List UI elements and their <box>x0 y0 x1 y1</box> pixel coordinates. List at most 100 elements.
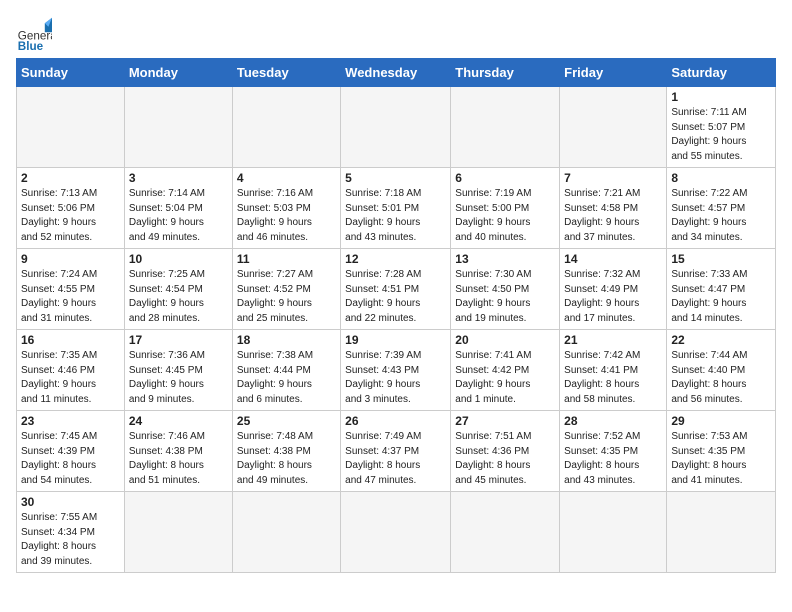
calendar-cell <box>124 492 232 573</box>
day-info: Sunrise: 7:49 AMSunset: 4:37 PMDaylight:… <box>345 430 446 488</box>
calendar-cell <box>124 87 232 168</box>
day-number: 2 <box>21 171 120 185</box>
calendar-cell: 1Sunrise: 7:11 AMSunset: 5:07 PMDaylight… <box>667 87 776 168</box>
day-info: Sunrise: 7:14 AMSunset: 5:04 PMDaylight:… <box>129 187 228 245</box>
calendar-cell: 2 Sunrise: 7:13 AMSunset: 5:06 PMDaylight… <box>17 168 125 249</box>
calendar-cell: 4Sunrise: 7:16 AMSunset: 5:03 PMDaylight… <box>232 168 340 249</box>
calendar-table: SundayMondayTuesdayWednesdayThursdayFrid… <box>16 58 776 573</box>
day-number: 5 <box>345 171 446 185</box>
day-number: 9 <box>21 252 120 266</box>
day-info: Sunrise: 7:28 AMSunset: 4:51 PMDaylight:… <box>345 268 446 326</box>
calendar-cell: 3 Sunrise: 7:14 AMSunset: 5:04 PMDaylight… <box>124 168 232 249</box>
logo-icon: General Blue <box>16 16 52 52</box>
svg-text:Blue: Blue <box>18 40 44 52</box>
day-info: Sunrise: 7:52 AMSunset: 4:35 PMDaylight:… <box>564 430 662 488</box>
calendar-cell: 30 Sunrise: 7:55 AMSunset: 4:34 PMDayligh… <box>17 492 125 573</box>
calendar-cell <box>451 87 560 168</box>
calendar-cell: 15Sunrise: 7:33 AMSunset: 4:47 PMDayligh… <box>667 249 776 330</box>
calendar-cell <box>451 492 560 573</box>
day-info: Sunrise: 7:18 AMSunset: 5:01 PMDaylight:… <box>345 187 446 245</box>
calendar-week-row: 9 Sunrise: 7:24 AMSunset: 4:55 PMDaylight… <box>17 249 776 330</box>
day-number: 30 <box>21 495 120 509</box>
calendar-cell: 10 Sunrise: 7:25 AMSunset: 4:54 PMDayligh… <box>124 249 232 330</box>
day-info: Sunrise: 7:46 AMSunset: 4:38 PMDaylight:… <box>129 430 228 488</box>
day-info: Sunrise: 7:13 AMSunset: 5:06 PMDaylight:… <box>21 187 120 245</box>
calendar-header-sunday: Sunday <box>17 59 125 87</box>
calendar-cell <box>17 87 125 168</box>
calendar-cell <box>667 492 776 573</box>
calendar-cell <box>560 87 667 168</box>
calendar-cell <box>341 87 451 168</box>
day-info: Sunrise: 7:27 AMSunset: 4:52 PMDaylight:… <box>237 268 336 326</box>
day-number: 29 <box>671 414 771 428</box>
day-number: 7 <box>564 171 662 185</box>
day-number: 18 <box>237 333 336 347</box>
day-info: Sunrise: 7:48 AMSunset: 4:38 PMDaylight:… <box>237 430 336 488</box>
day-number: 3 <box>129 171 228 185</box>
calendar-cell: 6 Sunrise: 7:19 AMSunset: 5:00 PMDaylight… <box>451 168 560 249</box>
calendar-cell: 27 Sunrise: 7:51 AMSunset: 4:36 PMDayligh… <box>451 411 560 492</box>
calendar-cell: 23Sunrise: 7:45 AMSunset: 4:39 PMDayligh… <box>17 411 125 492</box>
calendar-cell: 8 Sunrise: 7:22 AMSunset: 4:57 PMDaylight… <box>667 168 776 249</box>
calendar-cell: 25 Sunrise: 7:48 AMSunset: 4:38 PMDayligh… <box>232 411 340 492</box>
day-number: 14 <box>564 252 662 266</box>
day-info: Sunrise: 7:25 AMSunset: 4:54 PMDaylight:… <box>129 268 228 326</box>
calendar-cell <box>232 87 340 168</box>
calendar-week-row: 2 Sunrise: 7:13 AMSunset: 5:06 PMDaylight… <box>17 168 776 249</box>
day-number: 11 <box>237 252 336 266</box>
day-info: Sunrise: 7:19 AMSunset: 5:00 PMDaylight:… <box>455 187 555 245</box>
day-info: Sunrise: 7:38 AMSunset: 4:44 PMDaylight:… <box>237 349 336 407</box>
day-info: Sunrise: 7:45 AMSunset: 4:39 PMDaylight:… <box>21 430 120 488</box>
calendar-header-saturday: Saturday <box>667 59 776 87</box>
day-number: 19 <box>345 333 446 347</box>
calendar-cell: 16 Sunrise: 7:35 AMSunset: 4:46 PMDayligh… <box>17 330 125 411</box>
calendar-header-wednesday: Wednesday <box>341 59 451 87</box>
day-number: 17 <box>129 333 228 347</box>
day-number: 1 <box>671 90 771 104</box>
day-number: 16 <box>21 333 120 347</box>
calendar-header-monday: Monday <box>124 59 232 87</box>
day-info: Sunrise: 7:24 AMSunset: 4:55 PMDaylight:… <box>21 268 120 326</box>
day-info: Sunrise: 7:55 AMSunset: 4:34 PMDaylight:… <box>21 511 120 569</box>
day-info: Sunrise: 7:36 AMSunset: 4:45 PMDaylight:… <box>129 349 228 407</box>
day-number: 8 <box>671 171 771 185</box>
calendar-cell: 22Sunrise: 7:44 AMSunset: 4:40 PMDayligh… <box>667 330 776 411</box>
calendar-cell: 18 Sunrise: 7:38 AMSunset: 4:44 PMDayligh… <box>232 330 340 411</box>
day-info: Sunrise: 7:41 AMSunset: 4:42 PMDaylight:… <box>455 349 555 407</box>
day-info: Sunrise: 7:51 AMSunset: 4:36 PMDaylight:… <box>455 430 555 488</box>
day-number: 10 <box>129 252 228 266</box>
day-number: 22 <box>671 333 771 347</box>
calendar-cell: 14 Sunrise: 7:32 AMSunset: 4:49 PMDayligh… <box>560 249 667 330</box>
calendar-cell <box>232 492 340 573</box>
calendar-header-friday: Friday <box>560 59 667 87</box>
calendar-cell: 17 Sunrise: 7:36 AMSunset: 4:45 PMDayligh… <box>124 330 232 411</box>
calendar-cell: 11 Sunrise: 7:27 AMSunset: 4:52 PMDayligh… <box>232 249 340 330</box>
calendar-cell: 21Sunrise: 7:42 AMSunset: 4:41 PMDayligh… <box>560 330 667 411</box>
day-info: Sunrise: 7:42 AMSunset: 4:41 PMDaylight:… <box>564 349 662 407</box>
calendar-cell: 19Sunrise: 7:39 AMSunset: 4:43 PMDayligh… <box>341 330 451 411</box>
day-number: 25 <box>237 414 336 428</box>
calendar-week-row: 16 Sunrise: 7:35 AMSunset: 4:46 PMDayligh… <box>17 330 776 411</box>
day-number: 27 <box>455 414 555 428</box>
calendar-week-row: 23Sunrise: 7:45 AMSunset: 4:39 PMDayligh… <box>17 411 776 492</box>
page-header: General Blue <box>16 10 776 52</box>
calendar-cell: 9 Sunrise: 7:24 AMSunset: 4:55 PMDaylight… <box>17 249 125 330</box>
day-number: 13 <box>455 252 555 266</box>
day-number: 26 <box>345 414 446 428</box>
calendar-cell <box>341 492 451 573</box>
day-number: 6 <box>455 171 555 185</box>
day-info: Sunrise: 7:32 AMSunset: 4:49 PMDaylight:… <box>564 268 662 326</box>
calendar-header-row: SundayMondayTuesdayWednesdayThursdayFrid… <box>17 59 776 87</box>
day-info: Sunrise: 7:30 AMSunset: 4:50 PMDaylight:… <box>455 268 555 326</box>
calendar-header-tuesday: Tuesday <box>232 59 340 87</box>
calendar-cell: 12Sunrise: 7:28 AMSunset: 4:51 PMDayligh… <box>341 249 451 330</box>
calendar-week-row: 30 Sunrise: 7:55 AMSunset: 4:34 PMDayligh… <box>17 492 776 573</box>
calendar-cell: 29Sunrise: 7:53 AMSunset: 4:35 PMDayligh… <box>667 411 776 492</box>
calendar-cell: 5 Sunrise: 7:18 AMSunset: 5:01 PMDaylight… <box>341 168 451 249</box>
calendar-header-thursday: Thursday <box>451 59 560 87</box>
day-info: Sunrise: 7:22 AMSunset: 4:57 PMDaylight:… <box>671 187 771 245</box>
calendar-cell: 7Sunrise: 7:21 AMSunset: 4:58 PMDaylight… <box>560 168 667 249</box>
day-info: Sunrise: 7:35 AMSunset: 4:46 PMDaylight:… <box>21 349 120 407</box>
calendar-cell: 24Sunrise: 7:46 AMSunset: 4:38 PMDayligh… <box>124 411 232 492</box>
day-number: 20 <box>455 333 555 347</box>
